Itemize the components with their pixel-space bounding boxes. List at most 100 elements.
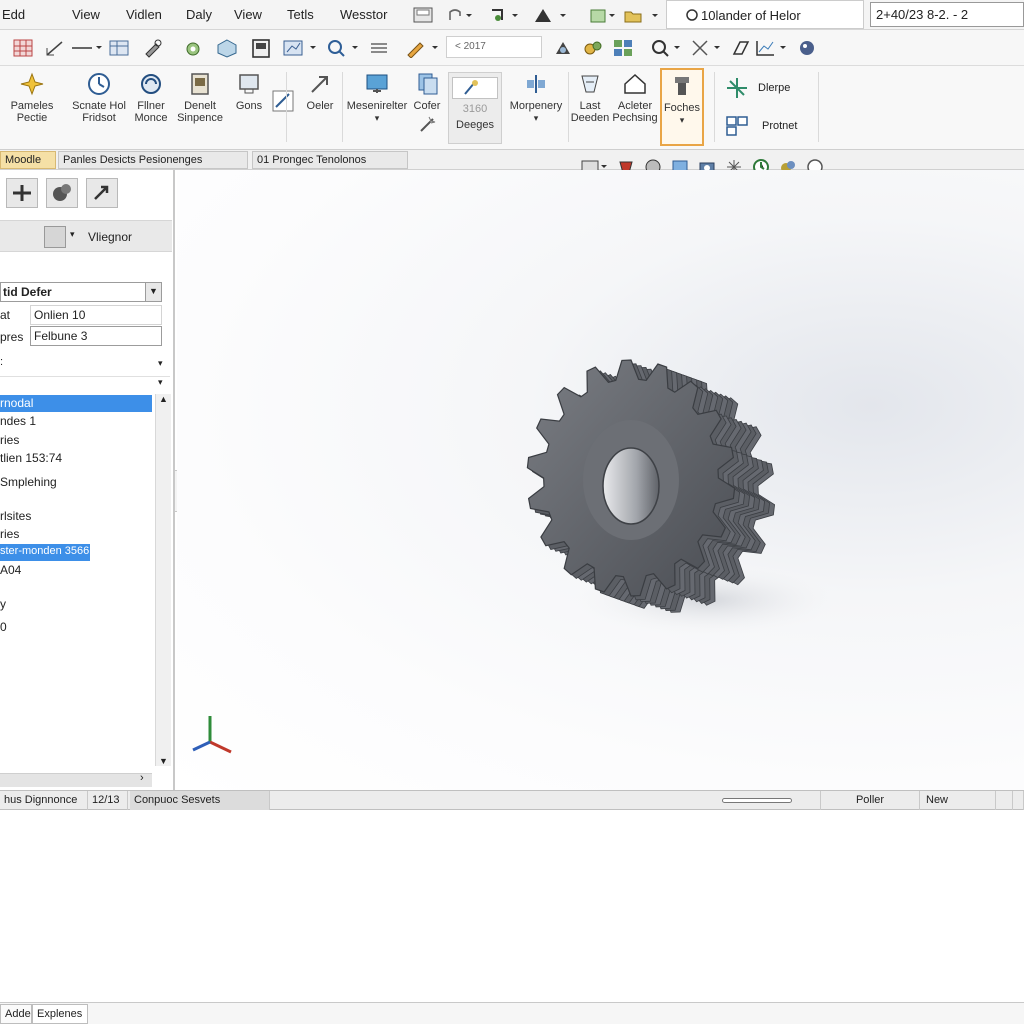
measure-dropdown-icon[interactable] xyxy=(690,38,726,58)
star-feature-icon xyxy=(20,72,44,96)
graphics-viewport[interactable] xyxy=(177,170,1024,790)
scnate-hol-button[interactable]: Scnate Hol Fridsot xyxy=(70,72,128,144)
sketch-icon[interactable] xyxy=(44,38,66,58)
tab-model[interactable]: Moodle xyxy=(0,151,56,169)
status-tab-services[interactable]: Conpuoc Sesvets xyxy=(130,791,270,810)
line-dropdown-icon[interactable] xyxy=(70,38,104,58)
tree-item[interactable]: 0 xyxy=(0,620,7,634)
fllner-monce-button[interactable]: Fllner Monce xyxy=(128,72,174,144)
curve-tool-button[interactable] xyxy=(272,72,298,144)
parameter-select[interactable]: tid Defer ▼ xyxy=(0,282,162,302)
feature-field[interactable]: Felbune 3 xyxy=(30,326,162,346)
tree-item[interactable]: tlien 153:74 xyxy=(0,451,62,465)
tab-features[interactable]: Panles Desicts Pesionenges xyxy=(58,151,248,169)
pattern-icon[interactable] xyxy=(612,38,634,58)
dlerpe-button[interactable]: Dlerpe xyxy=(724,76,790,100)
save-icon[interactable] xyxy=(412,5,434,25)
tree-item[interactable]: A04 xyxy=(0,563,21,577)
feature-tree-tab[interactable] xyxy=(6,178,38,208)
menu-daly[interactable]: Daly xyxy=(186,7,212,22)
status-tab-document[interactable]: hus Dignnonce xyxy=(0,791,88,810)
mesenirelter-button[interactable]: Mesenirelter ▾ xyxy=(344,72,410,144)
menu-edit[interactable]: Edd xyxy=(2,7,25,22)
tools-icon[interactable] xyxy=(142,38,164,58)
acleter-pechsing-button[interactable]: Acleter Pechsing xyxy=(612,72,658,144)
tree-item[interactable]: ndes 1 xyxy=(0,414,36,428)
status-tab-count[interactable]: 12/13 xyxy=(88,791,128,810)
deeges-button[interactable]: 3160 Deeges xyxy=(448,72,502,144)
tree-item[interactable]: Smplehing xyxy=(0,475,57,489)
field-label: at xyxy=(0,308,11,322)
group-collapse-row[interactable]: ▾ : xyxy=(0,356,170,372)
coordinate-readout[interactable]: 2+40/23 8-2. - 2 xyxy=(870,2,1024,27)
edit-sketch-icon[interactable] xyxy=(730,38,752,58)
list-icon[interactable] xyxy=(368,38,390,58)
scroll-right-icon[interactable]: › xyxy=(140,772,144,784)
tab-sketch[interactable]: 01 Prongec Tenolonos xyxy=(252,151,408,169)
rebuild-icon[interactable] xyxy=(488,5,522,25)
mirror-icon xyxy=(527,75,545,93)
tab-explenes[interactable]: Explenes xyxy=(32,1004,88,1024)
ribbon-label: Oeler xyxy=(306,100,334,112)
quick-search-field[interactable]: < 2017 xyxy=(446,36,542,58)
denelt-sinpence-button[interactable]: Denelt Sinpence xyxy=(174,72,226,144)
folder-icon[interactable] xyxy=(622,5,662,25)
morpenery-button[interactable]: Morpenery ▾ xyxy=(506,72,566,144)
gear-model[interactable] xyxy=(177,170,1024,790)
table-icon[interactable] xyxy=(108,38,130,58)
ribbon-label: Gons xyxy=(235,100,263,112)
ribbon-label: Fridsot xyxy=(82,112,116,124)
cofer-button[interactable]: Cofer xyxy=(410,72,444,144)
search-dropdown-icon[interactable] xyxy=(326,38,362,58)
list-header-row[interactable]: ▾ xyxy=(0,376,170,390)
menu-vidlen[interactable]: Vidlen xyxy=(126,7,162,22)
pameles-pectie-button[interactable]: Pameles Pectie xyxy=(0,72,70,144)
tree-item-selected[interactable]: rnodal xyxy=(0,395,152,412)
document-title: 10lander of Helor xyxy=(666,0,864,29)
mates-icon[interactable] xyxy=(582,38,604,58)
cube-view-icon[interactable] xyxy=(216,38,238,58)
chevron-down-icon[interactable]: ▼ xyxy=(145,283,161,301)
protnet-button[interactable]: Protnet xyxy=(724,114,797,138)
tree-item[interactable]: rlsites xyxy=(0,509,31,523)
pencil-dropdown-icon[interactable] xyxy=(404,38,442,58)
tab-adde[interactable]: Adde xyxy=(0,1004,32,1024)
options-icon[interactable] xyxy=(588,5,618,25)
chart-dropdown-icon[interactable] xyxy=(282,38,320,58)
grid-icon[interactable] xyxy=(12,38,34,58)
scroll-up-icon[interactable]: ▲ xyxy=(159,394,168,404)
property-manager-icon[interactable] xyxy=(44,226,66,248)
graph-dropdown-icon[interactable] xyxy=(754,38,790,58)
tree-item-highlighted[interactable]: ster-monden 3566 xyxy=(0,544,90,561)
hook-icon[interactable] xyxy=(446,5,472,25)
tree-horizontal-scrollbar[interactable] xyxy=(0,773,152,787)
menu-view-2[interactable]: View xyxy=(234,7,262,22)
configuration-icon xyxy=(94,185,109,200)
zoom-dropdown-icon[interactable] xyxy=(650,38,686,58)
assembly-icon[interactable] xyxy=(552,38,574,58)
loft-icon xyxy=(581,75,599,93)
chevron-down-icon[interactable]: ▾ xyxy=(70,229,75,240)
reference-axis-icon xyxy=(727,78,747,98)
menu-window[interactable]: Wesstor xyxy=(340,7,387,22)
appearance-icon[interactable] xyxy=(796,38,818,58)
tree-vertical-scrollbar[interactable]: ▲ ▼ xyxy=(155,394,171,766)
oeler-button[interactable]: Oeler xyxy=(298,72,342,144)
menu-tools[interactable]: Tetls xyxy=(287,7,314,22)
gear-settings-icon[interactable] xyxy=(182,38,204,58)
property-tab[interactable] xyxy=(46,178,78,208)
tree-item[interactable]: ries xyxy=(0,527,19,541)
option-field[interactable]: Onlien 10 xyxy=(30,305,162,325)
menu-view[interactable]: View xyxy=(72,7,100,22)
last-deeden-button[interactable]: Last Deeden xyxy=(570,72,610,144)
foches-button[interactable]: Foches ▾ xyxy=(660,68,704,146)
status-new[interactable]: New xyxy=(920,791,996,810)
triangle-icon[interactable] xyxy=(532,5,572,25)
gons-button[interactable]: Gons xyxy=(228,72,270,144)
tree-item[interactable]: ries xyxy=(0,433,19,447)
configuration-tab[interactable] xyxy=(86,178,118,208)
document-icon[interactable] xyxy=(250,38,272,58)
progress-slider[interactable] xyxy=(722,798,792,803)
tree-item[interactable]: y xyxy=(0,597,6,611)
scroll-down-icon[interactable]: ▼ xyxy=(159,756,168,766)
